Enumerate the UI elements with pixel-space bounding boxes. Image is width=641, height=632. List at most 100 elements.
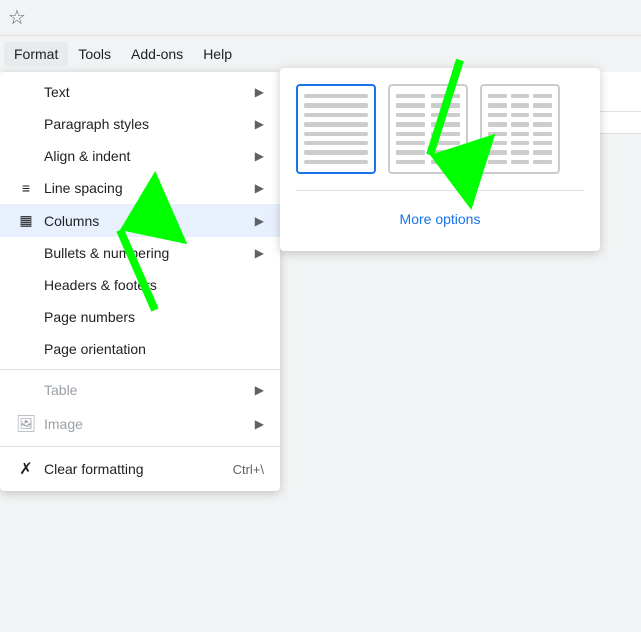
col-line: [396, 150, 425, 154]
col-line: [396, 160, 425, 164]
col-line: [396, 94, 425, 98]
dropdown-item-image[interactable]: 🖼 Image ▶: [0, 406, 280, 442]
col-line: [533, 160, 552, 164]
col-line: [304, 94, 368, 98]
columns-icon: ▦: [16, 212, 36, 229]
text-label: Text: [44, 84, 247, 100]
col-line: [396, 141, 425, 145]
format-dropdown: Text ▶ Paragraph styles ▶ Align & indent…: [0, 72, 280, 491]
dropdown-item-bullets[interactable]: Bullets & numbering ▶: [0, 237, 280, 269]
columns-submenu: More options: [280, 68, 600, 251]
col-line: [533, 103, 552, 107]
menu-format[interactable]: Format: [4, 42, 68, 66]
col-line: [511, 113, 530, 117]
col-line: [511, 122, 530, 126]
bullets-label: Bullets & numbering: [44, 245, 247, 261]
menu-bar: Format Tools Add-ons Help: [0, 36, 641, 72]
line-spacing-label: Line spacing: [44, 180, 247, 196]
col-line: [511, 150, 530, 154]
star-icon[interactable]: ☆: [8, 5, 26, 30]
col-line: [304, 122, 368, 126]
col-line: [533, 150, 552, 154]
col-line: [488, 122, 507, 126]
image-label: Image: [44, 416, 247, 432]
divider-1: [0, 369, 280, 370]
col-line: [533, 122, 552, 126]
image-chevron: ▶: [255, 417, 264, 431]
col-line: [511, 103, 530, 107]
col-line: [488, 160, 507, 164]
menu-addons[interactable]: Add-ons: [121, 42, 193, 66]
clear-formatting-icon: ✗: [16, 459, 36, 479]
more-options-divider: [296, 190, 584, 191]
dropdown-item-line-spacing[interactable]: ≡ Line spacing ▶: [0, 172, 280, 204]
col-line: [488, 94, 507, 98]
dropdown-item-paragraph-styles[interactable]: Paragraph styles ▶: [0, 108, 280, 140]
col-line: [304, 160, 368, 164]
clear-formatting-shortcut: Ctrl+\: [233, 462, 264, 477]
text-chevron: ▶: [255, 85, 264, 99]
dropdown-item-page-numbers[interactable]: Page numbers: [0, 301, 280, 333]
col-line: [511, 160, 530, 164]
col-line: [488, 141, 507, 145]
col-line: [431, 150, 460, 154]
top-bar: ☆: [0, 0, 641, 36]
page-numbers-label: Page numbers: [44, 309, 264, 325]
col-line: [396, 122, 425, 126]
col-line: [511, 132, 530, 136]
col-line: [488, 150, 507, 154]
dropdown-item-align-indent[interactable]: Align & indent ▶: [0, 140, 280, 172]
col-line: [431, 94, 460, 98]
col-line: [304, 150, 368, 154]
dropdown-item-headers[interactable]: Headers & footers: [0, 269, 280, 301]
menu-tools[interactable]: Tools: [68, 42, 121, 66]
column-option-3[interactable]: [480, 84, 560, 174]
col-line: [431, 103, 460, 107]
col-line: [396, 103, 425, 107]
col-line: [431, 122, 460, 126]
page-orientation-label: Page orientation: [44, 341, 264, 357]
col-line: [511, 94, 530, 98]
col-third-3: [533, 94, 552, 164]
table-chevron: ▶: [255, 383, 264, 397]
line-spacing-icon: ≡: [16, 180, 36, 196]
col-line: [533, 113, 552, 117]
table-label: Table: [44, 382, 247, 398]
paragraph-styles-chevron: ▶: [255, 117, 264, 131]
col-third-1: [488, 94, 507, 164]
col-line: [304, 103, 368, 107]
col-line: [304, 113, 368, 117]
col-line: [488, 132, 507, 136]
col-line: [511, 141, 530, 145]
columns-chevron: ▶: [255, 214, 264, 228]
dropdown-item-clear-formatting[interactable]: ✗ Clear formatting Ctrl+\: [0, 451, 280, 487]
col-line: [533, 94, 552, 98]
col-third-2: [511, 94, 530, 164]
col-line: [431, 141, 460, 145]
col-line: [533, 141, 552, 145]
col-line: [533, 132, 552, 136]
col-line: [304, 141, 368, 145]
column-option-2[interactable]: [388, 84, 468, 174]
dropdown-item-text[interactable]: Text ▶: [0, 76, 280, 108]
columns-options: [296, 84, 584, 174]
col-line: [431, 132, 460, 136]
col-line: [396, 132, 425, 136]
column-option-1[interactable]: [296, 84, 376, 174]
line-spacing-chevron: ▶: [255, 181, 264, 195]
dropdown-item-table[interactable]: Table ▶: [0, 374, 280, 406]
more-options-button[interactable]: More options: [296, 203, 584, 235]
dropdown-item-page-orientation[interactable]: Page orientation: [0, 333, 280, 365]
columns-label: Columns: [44, 213, 247, 229]
col-line: [488, 103, 507, 107]
menu-help[interactable]: Help: [193, 42, 242, 66]
paragraph-styles-label: Paragraph styles: [44, 116, 247, 132]
col-line: [488, 113, 507, 117]
col-half-left: [396, 94, 425, 164]
divider-2: [0, 446, 280, 447]
dropdown-item-columns[interactable]: ▦ Columns ▶: [0, 204, 280, 237]
col-half-right: [431, 94, 460, 164]
align-chevron: ▶: [255, 149, 264, 163]
align-label: Align & indent: [44, 148, 247, 164]
col-line: [431, 160, 460, 164]
